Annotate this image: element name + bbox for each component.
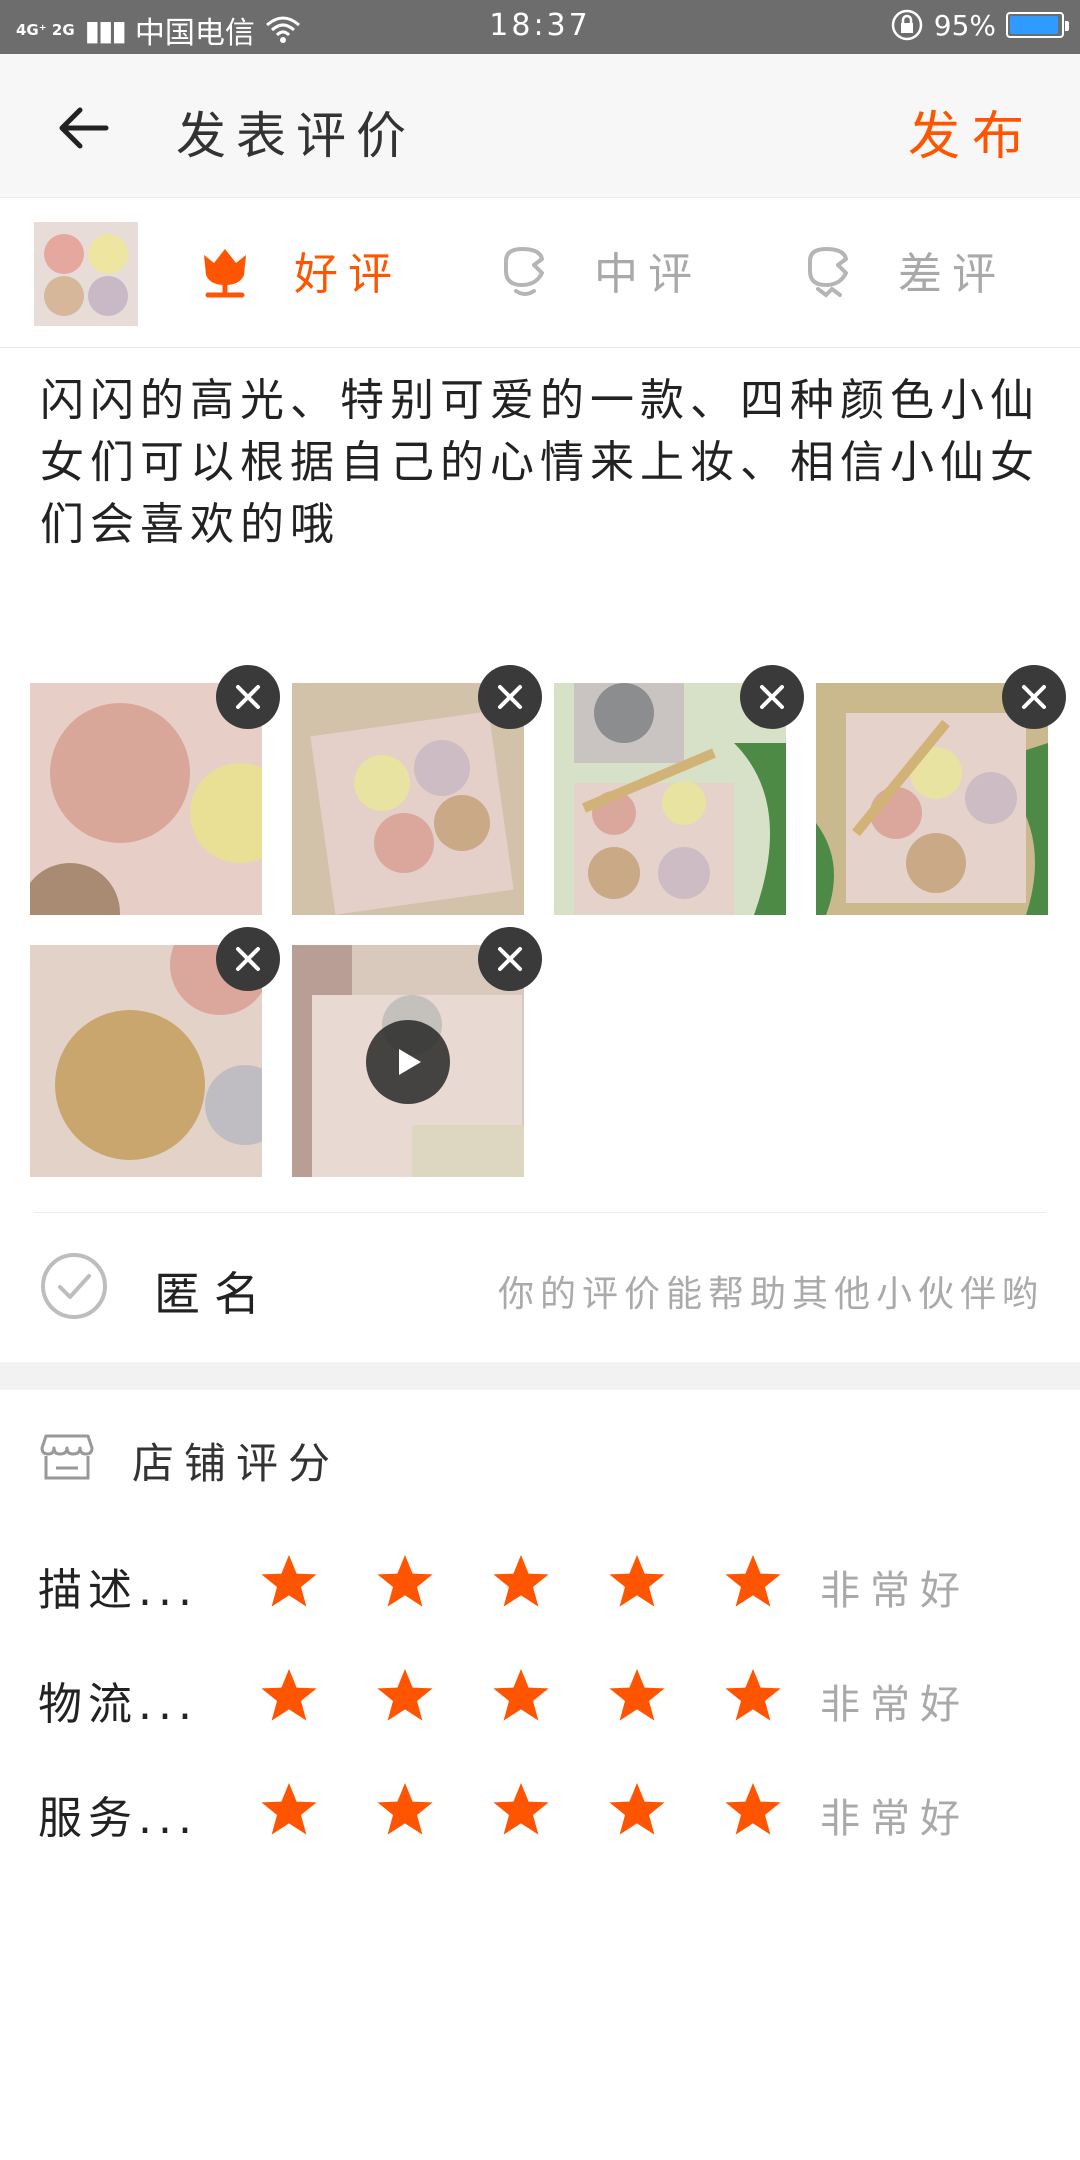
rating-selector: 好评 中评 差评 [0,198,1080,348]
star-icon[interactable] [606,1666,668,1728]
status-right: 95% [890,8,1069,42]
battery-percent: 95% [933,8,996,42]
star-icon[interactable] [490,1666,552,1728]
close-icon [236,685,260,709]
anonymous-checkbox[interactable] [40,1252,108,1320]
play-icon [399,1049,421,1075]
page-title: 发表评价 [176,107,416,165]
arrow-left-icon [59,107,109,149]
rating-bad-label: 差评 [898,249,1006,300]
score-row-logistics: 物流... 非常好 [0,1658,1080,1738]
score-label: 服务... [38,1793,198,1844]
score-label: 物流... [38,1679,198,1730]
status-bar: 4G⁺ 2G ▮▮▮ 中国电信 18:37 95% [0,0,1080,54]
star-icon[interactable] [258,1666,320,1728]
score-text: 非常好 [820,1682,970,1728]
rating-good-label: 好评 [294,249,402,300]
remove-photo-button[interactable] [216,927,280,991]
battery-fill [1010,16,1058,34]
star-icon[interactable] [606,1552,668,1614]
star-icon[interactable] [490,1552,552,1614]
remove-video-button[interactable] [478,927,542,991]
anonymous-label: 匿名 [154,1267,274,1321]
check-circle-icon [41,1253,107,1319]
close-icon [498,685,522,709]
star-icon[interactable] [374,1552,436,1614]
rating-good-option[interactable]: 好评 [196,238,402,302]
battery-icon [1006,12,1069,38]
flower-good-icon [204,249,246,298]
star-icon[interactable] [374,1666,436,1728]
section-separator [0,1362,1080,1390]
star-icon[interactable] [258,1780,320,1842]
score-text: 非常好 [820,1568,970,1614]
top-app-bar: 发表评价 发布 [0,54,1080,198]
review-text-input[interactable]: 闪闪的高光、特别可爱的一款、四种颜色小仙女们可以根据自己的心情来上妆、相信小仙女… [40,370,1040,556]
star-icon[interactable] [258,1552,320,1614]
close-icon [760,685,784,709]
star-icon[interactable] [606,1780,668,1842]
publish-button[interactable]: 发布 [908,94,1036,169]
flower-medium-icon [504,247,544,296]
star-icon[interactable] [722,1666,784,1728]
store-icon [40,1432,94,1482]
score-row-service: 服务... 非常好 [0,1772,1080,1852]
shop-rating-title: 店铺评分 [132,1439,341,1488]
rating-medium-label: 中评 [594,249,702,300]
star-icon[interactable] [722,1552,784,1614]
video-play-button[interactable] [366,1020,450,1104]
product-thumbnail [34,222,138,326]
score-text: 非常好 [820,1796,970,1842]
score-row-description: 描述... 非常好 [0,1544,1080,1624]
remove-photo-button[interactable] [216,665,280,729]
flower-bad-icon [808,247,848,298]
close-icon [1022,685,1046,709]
score-label: 描述... [38,1565,198,1616]
close-icon [236,947,260,971]
rating-bad-option[interactable]: 差评 [800,238,1006,302]
star-icon[interactable] [374,1780,436,1842]
divider [34,1212,1046,1213]
rotation-lock-icon [891,9,923,41]
close-icon [498,947,522,971]
star-icon[interactable] [490,1780,552,1842]
anonymous-hint: 你的评价能帮助其他小伙伴哟 [497,1274,1044,1315]
remove-photo-button[interactable] [740,665,804,729]
back-button[interactable] [52,96,116,160]
remove-photo-button[interactable] [478,665,542,729]
remove-photo-button[interactable] [1002,665,1066,729]
rating-medium-option[interactable]: 中评 [496,238,702,302]
star-icon[interactable] [722,1780,784,1842]
